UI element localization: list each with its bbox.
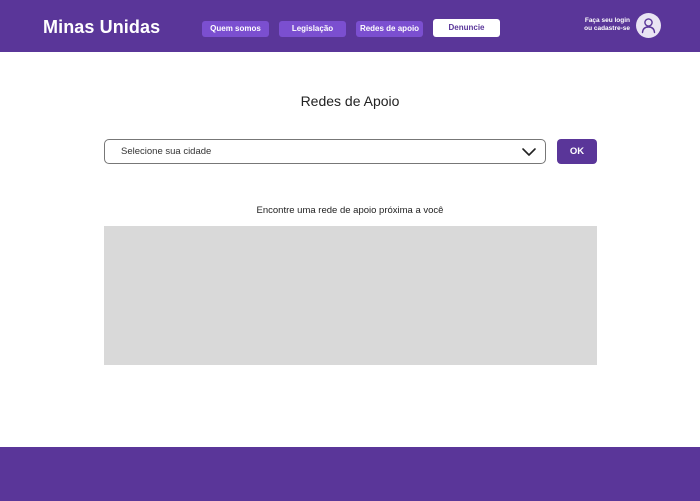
page-title: Redes de Apoio (300, 93, 400, 109)
ok-button[interactable]: OK (557, 139, 597, 164)
footer (0, 447, 700, 501)
chevron-down-icon (522, 148, 536, 156)
site-logo[interactable]: Minas Unidas (43, 17, 160, 38)
login-line-1: Faça seu login (584, 17, 630, 24)
nav-quem-somos-button[interactable]: Quem somos (202, 21, 269, 37)
header: Minas Unidas Quem somos Legislação Redes… (0, 0, 700, 52)
map-placeholder[interactable] (104, 226, 597, 365)
city-select-placeholder: Selecione sua cidade (121, 146, 212, 157)
user-avatar-button[interactable] (636, 13, 661, 38)
support-network-hint: Encontre uma rede de apoio próxima a voc… (256, 205, 444, 216)
nav-legislacao-button[interactable]: Legislação (279, 21, 346, 37)
nav-redes-de-apoio-button[interactable]: Redes de apoio (356, 21, 423, 37)
login-line-2: ou cadastre-se (584, 25, 630, 32)
city-select-dropdown[interactable]: Selecione sua cidade (104, 139, 546, 164)
user-icon (641, 18, 656, 34)
login-link[interactable]: Faça seu login ou cadastre-se (584, 17, 630, 33)
nav-denuncie-button[interactable]: Denuncie (433, 19, 500, 37)
